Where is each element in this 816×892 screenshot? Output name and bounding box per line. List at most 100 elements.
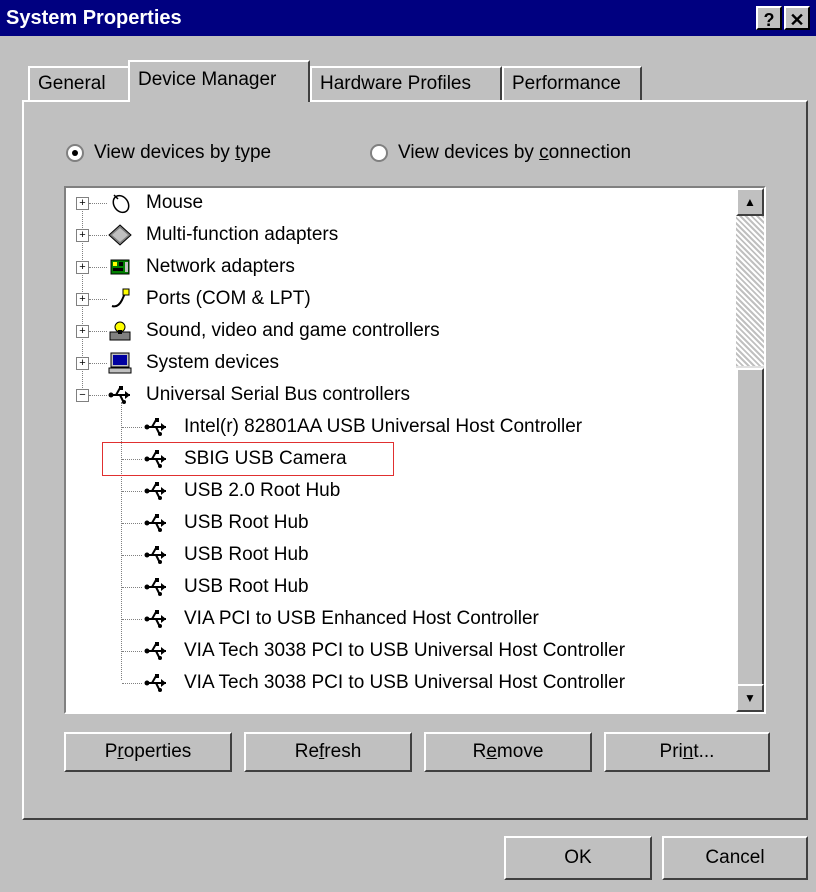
view-by-type-label-end: ype	[240, 142, 272, 163]
tree-category-mouse[interactable]: + Mouse	[66, 189, 736, 217]
title-bar[interactable]: System Properties ? ✕	[0, 0, 816, 36]
tree-category-label: Ports (COM & LPT)	[146, 288, 311, 309]
tree-category-label: Mouse	[146, 192, 204, 213]
ok-button[interactable]: OK	[504, 836, 652, 880]
port-icon	[111, 288, 130, 308]
tree-category-network-adapters[interactable]: + Network adapters	[66, 253, 736, 281]
system-properties-window: System Properties ? ✕ General Device Man…	[0, 0, 816, 892]
vertical-scrollbar[interactable]: ▲ ▼	[736, 188, 764, 712]
tree-connector	[122, 427, 142, 428]
device-tree[interactable]: + Mouse + Multi-function adapters + Netw…	[64, 186, 766, 714]
tree-connector	[122, 555, 142, 556]
usb-icon	[144, 642, 166, 660]
usb-device-label: USB 2.0 Root Hub	[184, 480, 341, 501]
view-by-connection-label-end: onnection	[548, 142, 632, 163]
expand-icon[interactable]: +	[76, 197, 89, 210]
button-label: Pri	[659, 741, 683, 762]
scroll-up-button[interactable]: ▲	[736, 188, 764, 216]
usb-device-root-hub[interactable]: USB Root Hub	[66, 509, 736, 537]
usb-device-label: SBIG USB Camera	[184, 448, 347, 469]
button-label: P	[104, 741, 118, 762]
tree-connector	[89, 235, 107, 236]
tree-connector	[89, 267, 107, 268]
tree-category-label: Sound, video and game controllers	[146, 320, 440, 341]
refresh-button[interactable]: Refresh	[244, 732, 412, 772]
usb-device-via-enhanced-host-controller[interactable]: VIA PCI to USB Enhanced Host Controller	[66, 605, 736, 633]
usb-device-label: USB Root Hub	[184, 512, 309, 533]
tree-category-multi-function-adapters[interactable]: + Multi-function adapters	[66, 221, 736, 249]
tab-hardware-profiles[interactable]: Hardware Profiles	[310, 66, 502, 100]
scroll-thumb[interactable]	[736, 368, 764, 686]
button-label: R	[472, 741, 487, 762]
usb-device-label: VIA PCI to USB Enhanced Host Controller	[184, 608, 539, 629]
tree-category-system-devices[interactable]: + System devices	[66, 349, 736, 377]
tree-connector	[89, 395, 107, 396]
tree-connector	[89, 203, 107, 204]
button-label: t...	[693, 741, 715, 762]
expand-icon[interactable]: +	[76, 325, 89, 338]
scroll-track[interactable]	[736, 216, 764, 366]
usb-icon	[144, 514, 166, 532]
multifunction-adapter-icon	[108, 224, 132, 246]
usb-device-via-tech-3038-controller[interactable]: VIA Tech 3038 PCI to USB Universal Host …	[66, 637, 736, 665]
usb-icon	[108, 386, 130, 404]
network-adapter-icon	[110, 259, 130, 275]
usb-device-label: Intel(r) 82801AA USB Universal Host Cont…	[184, 416, 583, 437]
usb-icon	[144, 482, 166, 500]
view-by-type-label: View devices by	[94, 142, 236, 163]
usb-device-label: USB Root Hub	[184, 576, 309, 597]
tree-category-usb-controllers[interactable]: − Universal Serial Bus controllers	[66, 381, 736, 409]
tab-general[interactable]: General	[28, 66, 130, 100]
tab-performance[interactable]: Performance	[502, 66, 642, 100]
tree-connector	[122, 459, 142, 460]
scroll-down-button[interactable]: ▼	[736, 684, 764, 712]
tree-category-ports[interactable]: + Ports (COM & LPT)	[66, 285, 736, 313]
expand-icon[interactable]: +	[76, 261, 89, 274]
tree-connector	[122, 619, 142, 620]
usb-device-root-hub-2[interactable]: USB 2.0 Root Hub	[66, 477, 736, 505]
close-button[interactable]: ✕	[784, 6, 810, 30]
expand-icon[interactable]: +	[76, 357, 89, 370]
expand-icon[interactable]: +	[76, 293, 89, 306]
view-by-connection-option[interactable]: View devices by connection	[370, 142, 631, 168]
tab-device-manager[interactable]: Device Manager	[128, 60, 310, 102]
tree-category-label: Universal Serial Bus controllers	[146, 384, 410, 405]
help-button[interactable]: ?	[756, 6, 782, 30]
usb-icon	[144, 674, 166, 692]
tree-connector	[89, 363, 107, 364]
tree-connector	[122, 523, 142, 524]
usb-device-root-hub[interactable]: USB Root Hub	[66, 541, 736, 569]
tree-category-label: Multi-function adapters	[146, 224, 339, 245]
button-label: operties	[123, 741, 192, 762]
tree-connector	[89, 331, 107, 332]
expand-icon[interactable]: +	[76, 229, 89, 242]
usb-device-intel-host-controller[interactable]: Intel(r) 82801AA USB Universal Host Cont…	[66, 413, 736, 441]
cancel-button[interactable]: Cancel	[662, 836, 808, 880]
usb-icon	[144, 578, 166, 596]
view-by-type-radio[interactable]	[66, 143, 84, 162]
usb-device-via-tech-3038-controller[interactable]: VIA Tech 3038 PCI to USB Universal Host …	[66, 669, 736, 697]
button-accel: e	[486, 741, 497, 762]
button-label: Re	[294, 741, 320, 762]
print-button[interactable]: Print...	[604, 732, 770, 772]
usb-device-label: VIA Tech 3038 PCI to USB Universal Host …	[184, 672, 626, 693]
tree-connector	[122, 683, 142, 684]
view-by-connection-accel: c	[539, 142, 549, 163]
remove-button[interactable]: Remove	[424, 732, 592, 772]
system-devices-icon	[108, 352, 132, 374]
usb-icon	[144, 546, 166, 564]
view-by-type-option[interactable]: View devices by type	[66, 142, 271, 168]
collapse-icon[interactable]: −	[76, 389, 89, 402]
window-title: System Properties	[6, 7, 182, 29]
properties-button[interactable]: Properties	[64, 732, 232, 772]
tree-category-label: System devices	[146, 352, 280, 373]
usb-device-sbig-camera[interactable]: SBIG USB Camera	[66, 442, 736, 476]
tree-category-sound-video-game[interactable]: + Sound, video and game controllers	[66, 317, 736, 345]
usb-device-root-hub[interactable]: USB Root Hub	[66, 573, 736, 601]
tree-connector	[122, 587, 142, 588]
view-by-connection-radio[interactable]	[370, 143, 388, 162]
usb-device-label: VIA Tech 3038 PCI to USB Universal Host …	[184, 640, 626, 661]
usb-icon	[144, 450, 166, 468]
button-label: move	[496, 741, 544, 762]
tree-connector	[122, 491, 142, 492]
